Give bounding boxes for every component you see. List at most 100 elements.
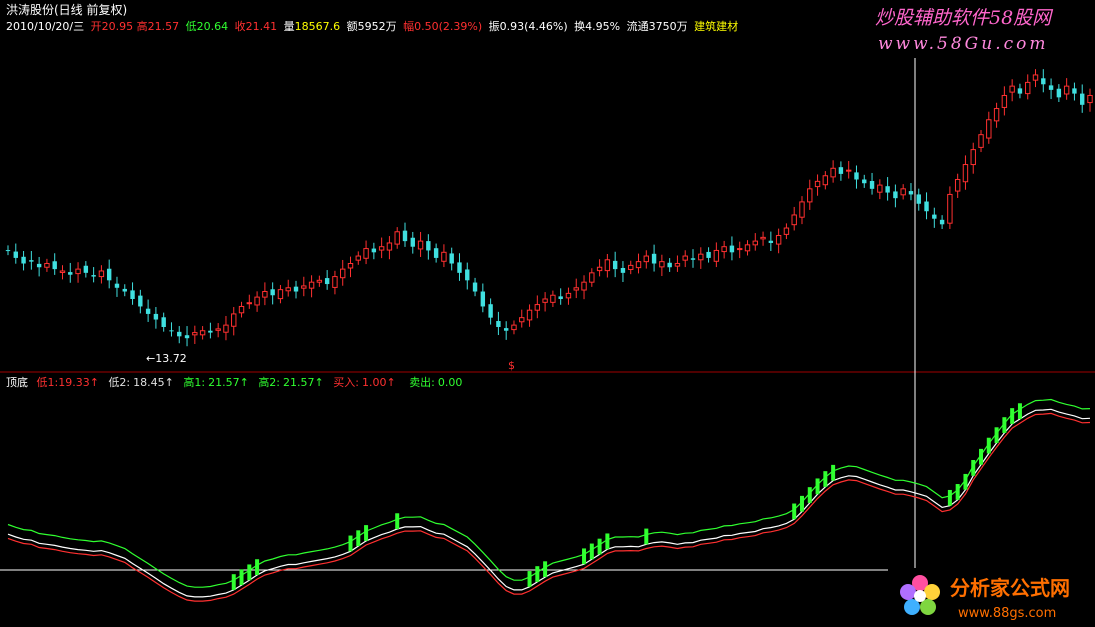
candle-body	[29, 260, 34, 262]
float-value: 3750万	[649, 20, 688, 33]
candle-body	[581, 281, 587, 291]
ind-sell-label: 卖出:	[409, 375, 435, 389]
candle-body	[138, 295, 143, 307]
candle-body	[604, 259, 611, 272]
candle-body	[651, 253, 657, 264]
candle-body	[799, 201, 805, 218]
ind-buy-value: 1.00	[362, 376, 387, 389]
signal-bar	[1010, 408, 1015, 424]
candle-body	[1080, 93, 1085, 105]
candle-body	[215, 328, 221, 331]
watermark-88gs-line2: www.88gs.com	[958, 606, 1056, 621]
candle-body	[122, 288, 127, 292]
ind-buy-label: 买入:	[333, 376, 359, 389]
signal-bar	[971, 460, 976, 476]
candle-body	[449, 253, 454, 264]
low-price-marker: ←13.72	[146, 352, 187, 365]
close-label: 收	[235, 19, 246, 33]
candle-body	[924, 201, 929, 212]
event-marker: $	[508, 359, 515, 372]
high-value: 21.57	[148, 20, 180, 33]
candle-body	[628, 264, 634, 270]
ind-high2-value: 21.57	[283, 376, 315, 389]
candle-body	[526, 309, 533, 321]
watermark-88gs-line1: 分析家公式网	[950, 576, 1070, 600]
candle-body	[939, 219, 945, 225]
chart-canvas[interactable]: 洪涛股份(日线 前复权) 2010/10/20/三 开20.95 高21.57 …	[0, 0, 1095, 627]
candle-body	[1063, 85, 1070, 95]
quote-bar: 2010/10/20/三 开20.95 高21.57 低20.64 收21.41…	[6, 19, 738, 33]
signal-bar	[527, 571, 532, 587]
indicator-high-line	[7, 398, 1091, 588]
candle-body	[869, 180, 875, 189]
candle-body	[1048, 85, 1054, 90]
change-label: 幅	[403, 20, 414, 33]
candle-body	[59, 270, 66, 273]
candle-body	[674, 263, 681, 267]
candle-body	[862, 179, 867, 184]
candle-body	[721, 246, 727, 253]
signal-bar	[597, 538, 602, 555]
open-label: 开	[91, 20, 102, 33]
candle-body	[324, 278, 330, 285]
low-value: 20.64	[197, 20, 229, 33]
candle-body	[635, 261, 642, 269]
signal-bar	[255, 559, 260, 575]
candle-body	[900, 188, 906, 196]
candle-body	[83, 265, 89, 273]
watermark-58gu-line1: 炒股辅助软件58股网	[875, 7, 1054, 29]
candle-body	[744, 244, 751, 252]
candle-body	[192, 332, 198, 336]
candle-body	[68, 272, 73, 275]
candle-body	[1025, 81, 1031, 95]
signal-bar	[955, 484, 960, 500]
stock-chart-window[interactable]: 洪涛股份(日线 前复权) 2010/10/20/三 开20.95 高21.57 …	[0, 0, 1095, 627]
ind-low2-label: 低2:	[108, 376, 130, 389]
candle-body	[814, 180, 821, 188]
signal-bar	[589, 543, 594, 560]
candle-body	[1032, 74, 1039, 81]
signal-bar	[348, 535, 353, 552]
candle-body	[457, 262, 462, 273]
candle-body	[908, 191, 914, 195]
candle-body	[1087, 94, 1093, 104]
candle-body	[713, 249, 720, 262]
signal-bar	[986, 437, 991, 454]
turnover-value: 4.95%	[585, 20, 620, 33]
candle-body	[877, 184, 883, 193]
candle-body	[308, 281, 315, 289]
signal-bar	[364, 525, 369, 541]
candlestick-series	[5, 69, 1093, 347]
candle-body	[426, 241, 431, 251]
quote-date: 2010/10/20/三	[6, 20, 84, 33]
close-value: 21.41	[246, 20, 278, 33]
candle-body	[363, 248, 369, 259]
open-value: 20.95	[102, 20, 134, 33]
candle-body	[433, 248, 439, 258]
candle-body	[371, 248, 377, 253]
indicator-name: 顶底	[6, 375, 28, 389]
candle-body	[1001, 94, 1008, 108]
indicator-legend: 顶底 低1:19.33↑ 低2: 18.45↑ 高1: 21.57↑ 高2: 21.5…	[6, 375, 462, 389]
candle-body	[954, 178, 961, 192]
candle-body	[386, 242, 393, 251]
candle-body	[270, 289, 275, 296]
candle-body	[690, 258, 696, 260]
candle-body	[480, 291, 486, 307]
candle-body	[947, 193, 953, 224]
ind-low2-value: 18.45	[133, 376, 165, 389]
signal-bar	[1002, 417, 1007, 433]
candle-body	[783, 227, 790, 235]
candle-body	[511, 324, 517, 331]
candle-body	[534, 304, 541, 311]
ind-high1-arrow: ↑	[240, 376, 249, 389]
candle-body	[768, 240, 774, 243]
candle-body	[791, 214, 797, 226]
ind-low1-value: 19.33	[58, 376, 90, 389]
high-label: 高	[137, 19, 148, 33]
candle-body	[199, 330, 206, 336]
candle-body	[36, 263, 42, 268]
candle-body	[682, 255, 688, 261]
candle-body	[760, 236, 766, 240]
candle-body	[1072, 88, 1077, 94]
